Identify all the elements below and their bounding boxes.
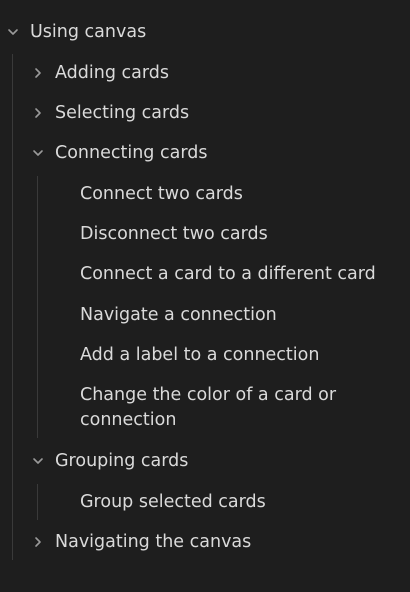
tree-item-change-color[interactable]: Change the color of a card or connection <box>0 382 410 434</box>
tree-item-label: Add a label to a connection <box>80 345 320 365</box>
chevron-down-icon[interactable] <box>30 453 46 469</box>
tree-item-connect-card-to-different-card[interactable]: Connect a card to a different card <box>0 258 410 290</box>
tree-item-label: Navigating the canvas <box>55 532 252 552</box>
tree-item-label: Change the color of a card or connection <box>80 385 337 430</box>
chevron-right-icon[interactable] <box>30 105 46 121</box>
tree-item-add-label-to-connection[interactable]: Add a label to a connection <box>0 339 410 371</box>
tree-item-label: Using canvas <box>30 22 147 42</box>
tree-item-label: Connect two cards <box>80 184 243 204</box>
chevron-down-icon[interactable] <box>30 145 46 161</box>
tree-item-disconnect-two-cards[interactable]: Disconnect two cards <box>0 218 410 250</box>
tree-item-label: Disconnect two cards <box>80 224 268 244</box>
outline-tree: Using canvas Adding cards Selecting card… <box>0 0 410 592</box>
tree-item-label: Adding cards <box>55 63 169 83</box>
tree-item-label: Group selected cards <box>80 492 266 512</box>
tree-item-label: Navigate a connection <box>80 305 277 325</box>
tree-item-using-canvas[interactable]: Using canvas <box>0 16 410 48</box>
tree-item-connecting-cards[interactable]: Connecting cards <box>0 137 410 169</box>
tree-item-grouping-cards[interactable]: Grouping cards <box>0 445 410 477</box>
tree-item-group-selected-cards[interactable]: Group selected cards <box>0 486 410 518</box>
tree-item-selecting-cards[interactable]: Selecting cards <box>0 97 410 129</box>
tree-item-navigating-canvas[interactable]: Navigating the canvas <box>0 526 410 558</box>
tree-item-label: Grouping cards <box>55 451 189 471</box>
tree-item-label: Selecting cards <box>55 103 190 123</box>
chevron-right-icon[interactable] <box>30 534 46 550</box>
chevron-down-icon[interactable] <box>5 24 21 40</box>
tree-item-label: Connecting cards <box>55 143 208 163</box>
tree-item-adding-cards[interactable]: Adding cards <box>0 57 410 89</box>
tree-item-connect-two-cards[interactable]: Connect two cards <box>0 178 410 210</box>
tree-item-label: Connect a card to a different card <box>80 264 376 284</box>
tree-item-navigate-connection[interactable]: Navigate a connection <box>0 299 410 331</box>
chevron-right-icon[interactable] <box>30 65 46 81</box>
